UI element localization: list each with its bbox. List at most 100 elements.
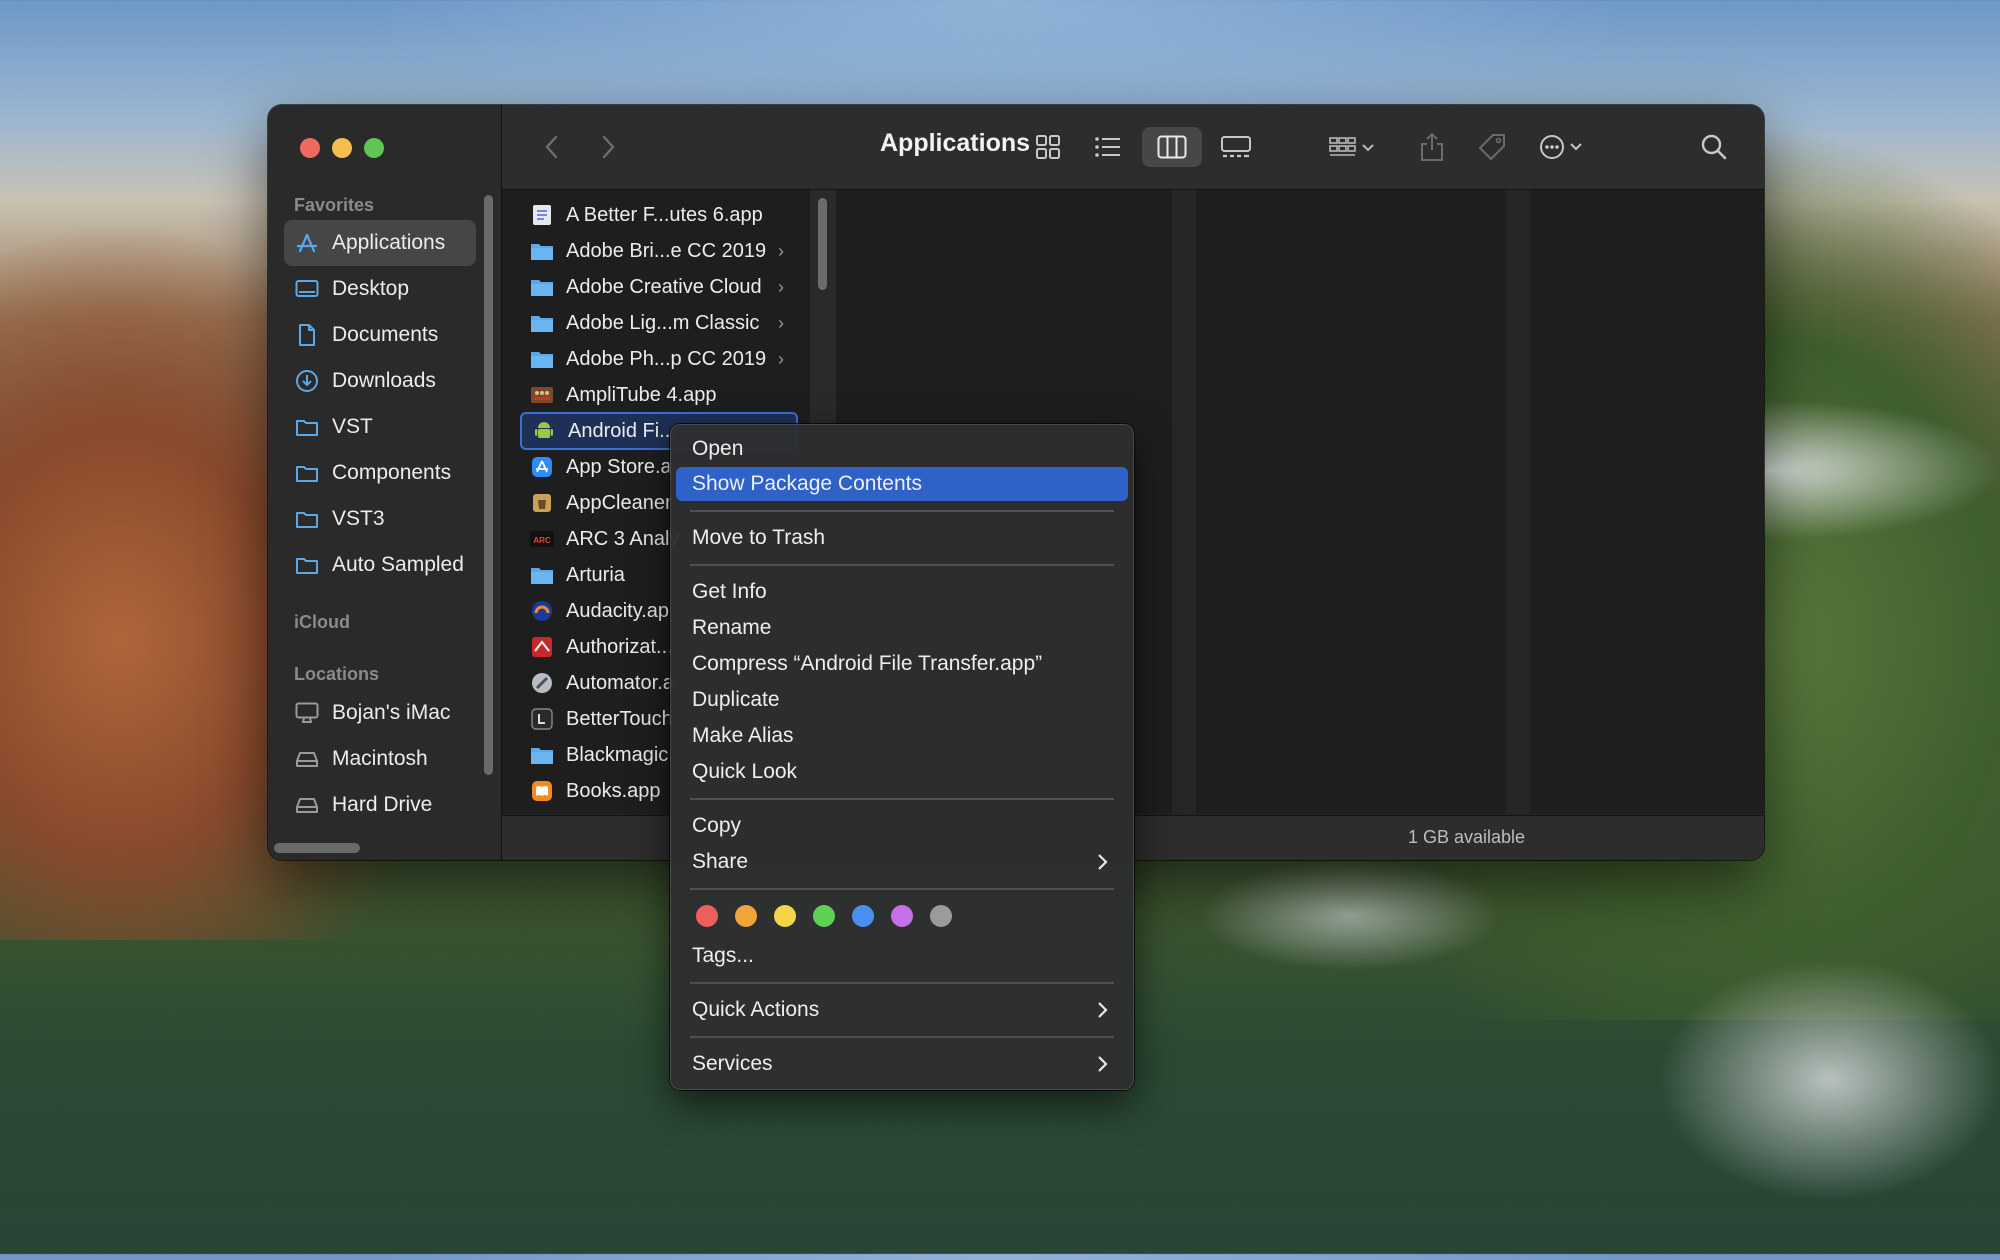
menu-item-label: Make Alias: [692, 724, 794, 747]
menu-item-quick-actions[interactable]: Quick Actions: [676, 993, 1128, 1027]
menu-item-get-info[interactable]: Get Info: [676, 575, 1128, 609]
menu-item-open[interactable]: Open: [676, 432, 1128, 466]
list-item-label: Authorizat...: [566, 635, 673, 658]
list-item[interactable]: AmpliTube 4.app: [520, 378, 798, 412]
list-item[interactable]: Adobe Lig...m Classic ›: [520, 306, 798, 340]
close-window-button[interactable]: [300, 138, 320, 158]
sidebar-item-label: Downloads: [332, 369, 436, 392]
folder-icon: [294, 460, 320, 486]
list-item-label: BetterTouch: [566, 707, 673, 730]
group-by-icon: [1329, 137, 1374, 156]
sidebar-item-label: Bojan's iMac: [332, 701, 451, 724]
sidebar-heading-locations[interactable]: Locations: [294, 664, 379, 685]
sidebar-item-documents[interactable]: Documents: [284, 312, 476, 358]
chevron-right-icon: [1092, 851, 1112, 873]
tag-gray-button[interactable]: [930, 905, 952, 927]
list-item-label: Adobe Bri...e CC 2019: [566, 239, 767, 262]
sidebar-item-vst[interactable]: VST: [284, 404, 476, 450]
sidebar-heading-favorites: Favorites: [294, 195, 375, 215]
tags-button[interactable]: [1472, 127, 1512, 167]
chevron-left-icon: [545, 135, 558, 159]
menu-item-services[interactable]: Services: [676, 1047, 1128, 1081]
zoom-window-button[interactable]: [364, 138, 384, 158]
menu-separator: [690, 1036, 1114, 1038]
list-item[interactable]: Adobe Bri...e CC 2019 ›: [520, 234, 798, 268]
list-item[interactable]: A Better F...utes 6.app: [520, 198, 798, 232]
list-view-button[interactable]: [1082, 127, 1134, 167]
sidebar-item-macintosh[interactable]: Macintosh: [284, 736, 476, 782]
menu-item-quick-look[interactable]: Quick Look: [676, 755, 1128, 789]
window-title: Applications: [880, 129, 1031, 157]
menu-item-copy[interactable]: Copy: [676, 809, 1128, 843]
tag-purple-button[interactable]: [891, 905, 913, 927]
sidebar-item-label: Documents: [332, 323, 439, 346]
column-scrollbar[interactable]: [818, 198, 827, 290]
gallery-view-icon: [1221, 136, 1251, 158]
menu-item-label: Duplicate: [692, 688, 780, 711]
menu-item-compress[interactable]: Compress “Android File Transfer.app”: [676, 647, 1128, 681]
app-store-icon: [530, 456, 554, 478]
sidebar-item-auto-sampled[interactable]: Auto Sampled: [284, 542, 476, 588]
menu-item-share[interactable]: Share: [676, 845, 1128, 879]
tag-red-button[interactable]: [696, 905, 718, 927]
tag-orange-button[interactable]: [735, 905, 757, 927]
search-icon: [1701, 134, 1727, 160]
menu-item-make-alias[interactable]: Make Alias: [676, 719, 1128, 753]
tag-green-button[interactable]: [813, 905, 835, 927]
sidebar-item-applications[interactable]: Applications: [284, 220, 476, 266]
drive-icon: [294, 792, 320, 818]
gallery-view-button[interactable]: [1208, 127, 1264, 167]
toolbar: Applications: [502, 105, 1764, 190]
menu-item-label: Show Package Contents: [692, 472, 922, 495]
tag-icon: [1479, 134, 1505, 160]
menu-item-label: Open: [692, 437, 744, 460]
menu-item-show-package-contents[interactable]: Show Package Contents: [676, 467, 1128, 501]
app-document-icon: [530, 204, 554, 226]
icon-view-button[interactable]: [1022, 127, 1074, 167]
forward-button[interactable]: [588, 127, 628, 167]
sidebar-item-components[interactable]: Components: [284, 450, 476, 496]
drive-icon: [294, 746, 320, 772]
sidebar-item-imac[interactable]: Bojan's iMac: [284, 690, 476, 736]
sidebar-item-vst3[interactable]: VST3: [284, 496, 476, 542]
sidebar-item-desktop[interactable]: Desktop: [284, 266, 476, 312]
menu-separator: [690, 888, 1114, 890]
back-button[interactable]: [532, 127, 572, 167]
sidebar-item-label: Auto Sampled: [332, 553, 464, 576]
sidebar-item-downloads[interactable]: Downloads: [284, 358, 476, 404]
tag-yellow-button[interactable]: [774, 905, 796, 927]
sidebar-item-label: VST3: [332, 507, 385, 530]
column-divider[interactable]: [1172, 190, 1196, 814]
audacity-icon: [530, 600, 554, 622]
sidebar-item-label: Desktop: [332, 277, 410, 300]
folder-icon: [530, 564, 554, 586]
menu-item-tags[interactable]: Tags...: [676, 939, 1128, 973]
tag-blue-button[interactable]: [852, 905, 874, 927]
available-space-text: 1 GB available: [1408, 827, 1526, 847]
minimize-window-button[interactable]: [332, 138, 352, 158]
folder-icon: [530, 240, 554, 262]
menu-separator: [690, 564, 1114, 566]
list-item[interactable]: Adobe Creative Cloud ›: [520, 270, 798, 304]
menu-item-rename[interactable]: Rename: [676, 611, 1128, 645]
list-item-label: AppCleaner: [566, 491, 672, 514]
list-item[interactable]: Adobe Ph...p CC 2019 ›: [520, 342, 798, 376]
sidebar-item-hard-drive[interactable]: Hard Drive: [284, 782, 476, 828]
menu-item-move-to-trash[interactable]: Move to Trash: [676, 521, 1128, 555]
list-item-label: App Store.a: [566, 455, 672, 478]
search-button[interactable]: [1692, 127, 1736, 167]
column-view-button[interactable]: [1142, 127, 1202, 167]
list-item-label: Adobe Creative Cloud: [566, 275, 762, 298]
menu-item-duplicate[interactable]: Duplicate: [676, 683, 1128, 717]
list-item-label: A Better F...utes 6.app: [566, 203, 763, 226]
share-icon: [1421, 132, 1443, 161]
list-item-label: Adobe Lig...m Classic: [566, 311, 760, 334]
sidebar-heading-icloud[interactable]: iCloud: [294, 612, 350, 633]
sidebar-horizontal-scrollbar[interactable]: [274, 843, 360, 853]
sidebar-scrollbar[interactable]: [484, 195, 493, 775]
column-divider[interactable]: [1506, 190, 1530, 814]
group-button[interactable]: [1322, 127, 1382, 167]
bettertouchtool-icon: [530, 708, 554, 730]
more-actions-button[interactable]: [1532, 127, 1592, 167]
share-button[interactable]: [1412, 127, 1452, 167]
